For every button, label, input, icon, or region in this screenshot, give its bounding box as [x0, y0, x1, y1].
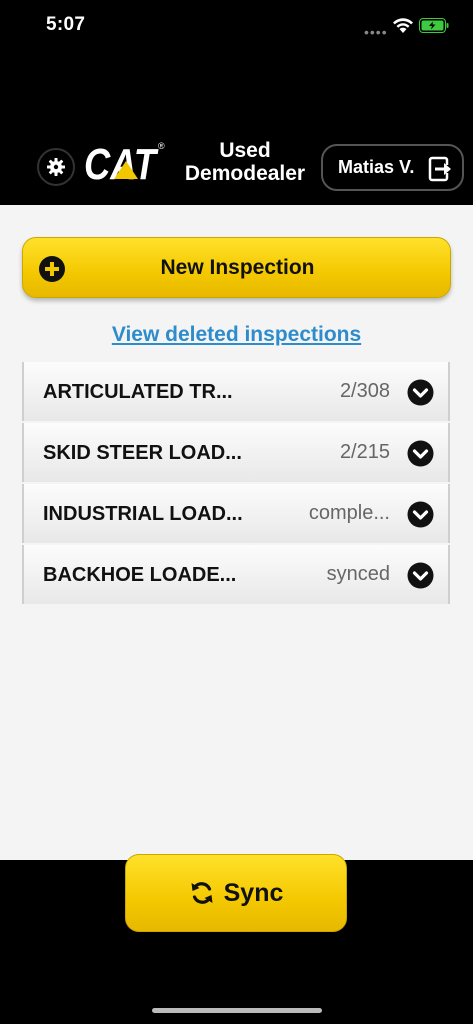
dealer-name: Used Demodealer	[172, 139, 318, 185]
svg-text:®: ®	[158, 141, 165, 151]
sync-label: Sync	[223, 878, 284, 907]
dealer-name-line2: Demodealer	[184, 162, 306, 185]
bottom-bar: Sync	[0, 854, 473, 1024]
inspection-item[interactable]: SKID STEER LOAD... 2/215	[22, 423, 450, 482]
chevron-down-icon[interactable]	[407, 379, 434, 406]
chevron-down-icon[interactable]	[407, 562, 434, 589]
cat-logo: CAT ®	[84, 140, 165, 189]
inspection-title: ARTICULATED TR...	[43, 381, 233, 403]
new-inspection-label: New Inspection	[160, 255, 315, 279]
inspection-title: BACKHOE LOADE...	[43, 564, 237, 586]
wifi-icon	[393, 18, 413, 33]
chevron-down-icon[interactable]	[407, 440, 434, 467]
status-bar: 5:07 ••••	[0, 0, 473, 52]
inspection-status: synced	[326, 563, 390, 585]
inspection-status: comple...	[308, 502, 390, 524]
add-circle-icon	[39, 256, 65, 282]
home-indicator[interactable]	[152, 1008, 322, 1013]
app-header: CAT ® Used Demodealer Matias V.	[0, 130, 473, 205]
sync-icon	[191, 882, 213, 904]
user-name: Matias V.	[338, 157, 415, 177]
new-inspection-button[interactable]: New Inspection	[22, 237, 451, 298]
status-time: 5:07	[46, 14, 86, 35]
inspection-item[interactable]: BACKHOE LOADE... synced	[22, 545, 450, 604]
svg-text:CAT: CAT	[84, 140, 159, 189]
main-content: New Inspection View deleted inspections …	[0, 205, 473, 860]
sync-button[interactable]: Sync	[125, 854, 347, 932]
dealer-name-line1: Used	[219, 139, 271, 162]
battery-icon	[419, 18, 449, 33]
logout-icon	[428, 156, 451, 182]
settings-button[interactable]	[37, 148, 75, 186]
chevron-down-icon[interactable]	[407, 501, 434, 528]
inspection-title: SKID STEER LOAD...	[43, 442, 242, 464]
gear-icon	[47, 158, 65, 176]
inspection-item[interactable]: INDUSTRIAL LOAD... comple...	[22, 484, 450, 543]
view-deleted-inspections-link[interactable]: View deleted inspections	[0, 323, 473, 347]
inspection-title: INDUSTRIAL LOAD...	[43, 503, 243, 525]
user-logout-button[interactable]: Matias V.	[321, 144, 464, 191]
inspection-item[interactable]: ARTICULATED TR... 2/308	[22, 362, 450, 421]
cellular-signal-icon: ••••	[364, 24, 388, 40]
inspection-list: ARTICULATED TR... 2/308 SKID STEER LOAD.…	[22, 362, 450, 606]
inspection-status: 2/215	[339, 441, 390, 463]
inspection-status: 2/308	[339, 380, 390, 402]
